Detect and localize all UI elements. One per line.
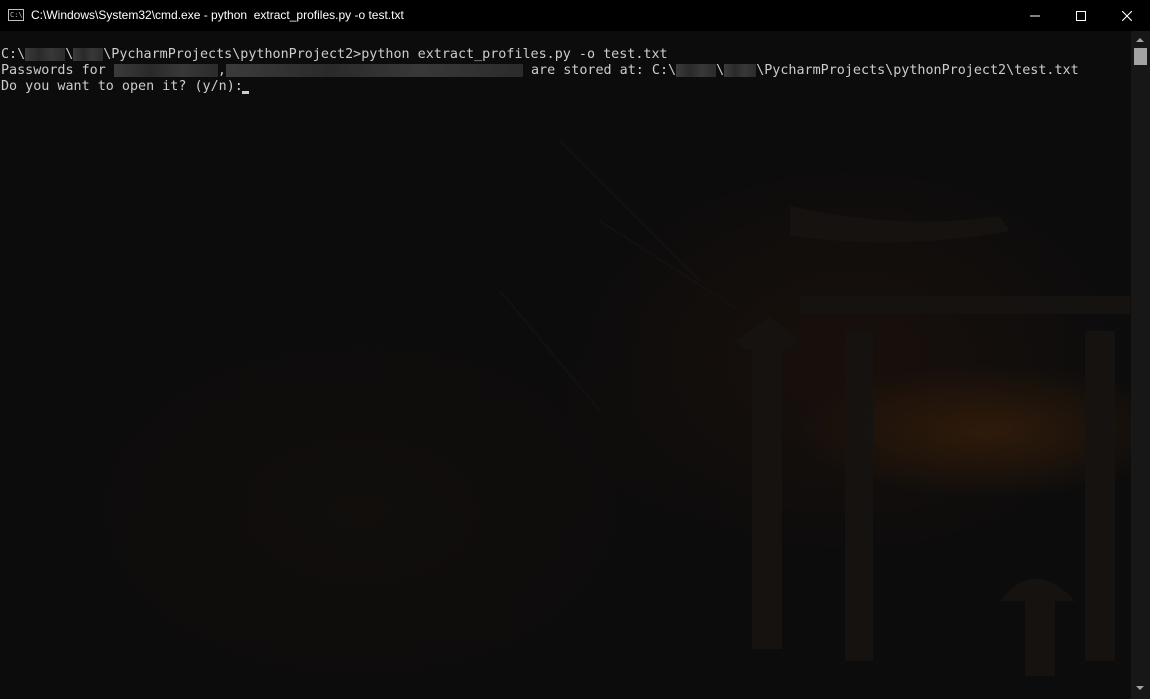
title-bar[interactable]: C:\ C:\Windows\System32\cmd.exe - python… bbox=[0, 0, 1150, 31]
scrollbar-thumb[interactable] bbox=[1134, 48, 1147, 65]
cmd-icon[interactable]: C:\ bbox=[8, 9, 24, 21]
scroll-up-arrow-icon[interactable] bbox=[1136, 38, 1144, 42]
path-drive: C:\ bbox=[1, 47, 26, 62]
path-separator: \ bbox=[716, 63, 725, 78]
console-line-result: Passwords for , are stored at: C:\ \ \Pych… bbox=[1, 63, 1079, 79]
result-prefix: Passwords for bbox=[1, 63, 114, 78]
redacted-username bbox=[25, 48, 66, 61]
prompt-text: Do you want to open it? (y/n): bbox=[1, 79, 243, 94]
path-rest: \PycharmProjects\pythonProject2> bbox=[103, 47, 362, 62]
vertical-scrollbar[interactable] bbox=[1131, 31, 1150, 699]
cmd-icon-label: C:\ bbox=[10, 11, 23, 19]
result-middle: are stored at: C:\ bbox=[522, 63, 677, 78]
minimize-icon bbox=[1030, 15, 1040, 16]
command-text: python extract_profiles.py -o test.txt bbox=[361, 47, 668, 62]
background-wallpaper bbox=[499, 140, 1130, 676]
maximize-icon bbox=[1076, 10, 1086, 21]
close-icon bbox=[1122, 10, 1132, 21]
minimize-button[interactable] bbox=[1012, 0, 1058, 31]
scroll-down-arrow-icon[interactable] bbox=[1136, 686, 1144, 690]
console-line-prompt: Do you want to open it? (y/n): bbox=[1, 79, 243, 95]
result-suffix: \PycharmProjects\pythonProject2\test.txt bbox=[756, 63, 1079, 78]
result-comma: , bbox=[217, 63, 226, 78]
redacted-folder bbox=[73, 48, 104, 61]
redacted-profile-name bbox=[113, 64, 218, 77]
close-button[interactable] bbox=[1104, 0, 1150, 31]
redacted-profile-names bbox=[225, 64, 523, 77]
console-output-area[interactable]: C:\ \ \PycharmProjects\pythonProject2>pyth… bbox=[0, 31, 1131, 699]
path-separator: \ bbox=[65, 47, 74, 62]
maximize-button[interactable] bbox=[1058, 0, 1104, 31]
console-line-command: C:\ \ \PycharmProjects\pythonProject2>pyth… bbox=[1, 47, 668, 63]
window-title: C:\Windows\System32\cmd.exe - python ext… bbox=[31, 8, 404, 22]
redacted-folder bbox=[724, 64, 757, 77]
redacted-username bbox=[676, 64, 717, 77]
text-cursor bbox=[242, 91, 249, 94]
